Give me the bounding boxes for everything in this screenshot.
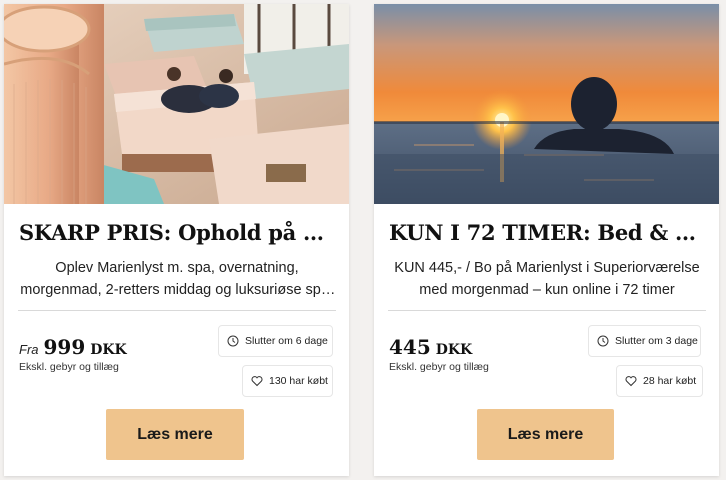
read-more-button[interactable]: Læs mere (106, 409, 244, 460)
heart-icon (625, 376, 637, 387)
bought-count-label: 28 har købt (643, 375, 697, 387)
divider (18, 310, 336, 311)
heart-icon (251, 376, 263, 387)
divider (388, 310, 706, 311)
offer-description: Oplev Marienlyst m. spa, overnatning, mo… (20, 260, 334, 298)
bought-count-badge: 130 har købt (242, 365, 333, 397)
offer-image-sunset[interactable] (374, 4, 719, 204)
offer-title[interactable]: SKARP PRIS: Ophold på Marienlyst (19, 220, 337, 245)
bought-count-badge: 28 har købt (616, 365, 703, 397)
clock-icon (227, 335, 239, 347)
price-amount: 445 (389, 335, 431, 359)
price-excl-note: Ekskl. gebyr og tillæg (19, 361, 119, 373)
time-left-badge: Slutter om 3 dage (588, 325, 701, 357)
time-left-label: Slutter om 6 dage (245, 335, 328, 347)
price: 445 DKK (389, 335, 472, 359)
price-currency: DKK (90, 342, 127, 358)
time-left-label: Slutter om 3 dage (615, 335, 698, 347)
read-more-button[interactable]: Læs mere (477, 409, 614, 460)
time-left-badge: Slutter om 6 dage (218, 325, 333, 357)
bought-count-label: 130 har købt (269, 375, 328, 387)
price: Fra 999 DKK (19, 335, 127, 359)
offer-description: KUN 445,- / Bo på Marienlyst i Superiorv… (394, 260, 700, 298)
offer-card-spa[interactable]: SKARP PRIS: Ophold på Marienlyst Oplev M… (4, 4, 349, 476)
price-excl-note: Ekskl. gebyr og tillæg (389, 361, 489, 373)
offer-card-bed-breakfast[interactable]: KUN I 72 TIMER: Bed & Breakfast KUN 445,… (374, 4, 719, 476)
clock-icon (597, 335, 609, 347)
price-currency: DKK (435, 342, 473, 358)
offer-image-spa[interactable] (4, 4, 349, 204)
offer-title[interactable]: KUN I 72 TIMER: Bed & Breakfast (389, 220, 707, 245)
price-amount: 999 (43, 335, 86, 359)
price-prefix: Fra (19, 342, 39, 357)
